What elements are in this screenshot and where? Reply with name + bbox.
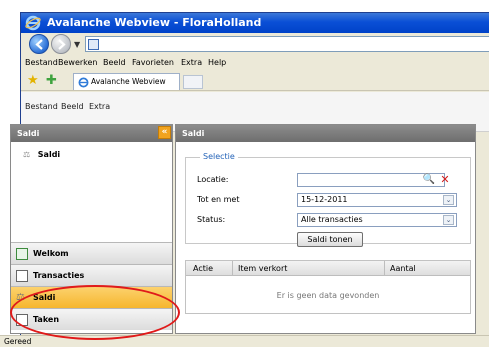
history-dropdown-icon[interactable]: ▼ <box>74 40 80 49</box>
menu-extra[interactable]: Extra <box>181 58 202 67</box>
title-bar: Avalanche Webview - FloraHolland <box>21 13 489 33</box>
menu-beeld[interactable]: Beeld <box>103 58 126 67</box>
menu-bestand[interactable]: Bestand <box>25 58 58 67</box>
app-menu-extra[interactable]: Extra <box>89 102 110 111</box>
locatie-actions: 🔍 ✕ <box>186 172 470 188</box>
column-aantal[interactable]: Aantal <box>390 264 416 273</box>
browser-menu-bar: Bestand Bewerken Beeld Favorieten Extra … <box>21 56 489 70</box>
date-dropdown[interactable]: 15-12-2011 ⌄ <box>297 193 457 207</box>
add-favorite-icon[interactable]: ✚ <box>46 74 60 88</box>
forward-arrow-icon <box>58 39 66 50</box>
main-panel-header: Saldi <box>176 125 475 142</box>
clear-icon[interactable]: ✕ <box>438 173 452 187</box>
left-panel-header: Saldi « <box>11 125 172 142</box>
navigation-bar: ▼ <box>21 33 489 55</box>
column-actie[interactable]: Actie <box>193 264 213 273</box>
status-label: Status: <box>197 215 226 224</box>
back-arrow-icon <box>35 39 43 50</box>
nav-welkom-label: Welkom <box>33 249 69 258</box>
selection-legend: Selectie <box>200 152 238 161</box>
address-bar[interactable] <box>85 36 489 52</box>
app-menu-bestand[interactable]: Bestand <box>25 102 58 111</box>
menu-help[interactable]: Help <box>208 58 226 67</box>
table-header: Actie Item verkort Aantal <box>186 261 470 276</box>
collapse-panel-button[interactable]: « <box>158 126 171 139</box>
empty-message: Er is geen data gevonden <box>276 291 380 300</box>
tab-label: Avalanche Webview <box>91 77 166 86</box>
window-title: Avalanche Webview - FloraHolland <box>47 16 262 29</box>
internet-explorer-icon <box>25 15 41 31</box>
results-table: Actie Item verkort Aantal Er is geen dat… <box>185 260 471 314</box>
chevron-down-icon[interactable]: ⌄ <box>443 215 454 225</box>
internet-explorer-icon <box>78 77 89 88</box>
column-divider <box>384 261 385 276</box>
left-panel-title: Saldi <box>17 129 40 138</box>
highlight-ellipse <box>10 285 180 340</box>
menu-bewerken[interactable]: Bewerken <box>58 58 98 67</box>
tot-en-met-label: Tot en met <box>197 195 240 204</box>
favorites-star-icon[interactable]: ★ <box>27 74 41 88</box>
page-icon <box>88 39 99 50</box>
column-divider <box>232 261 233 276</box>
status-text: Gereed <box>4 337 32 346</box>
nav-transacties-label: Transacties <box>33 271 85 280</box>
back-button[interactable] <box>29 34 49 54</box>
main-content-panel: Saldi Selectie Locatie: 🔍 ✕ Tot en met 1… <box>175 124 476 334</box>
date-value: 15-12-2011 <box>301 195 348 204</box>
tree-item-label: Saldi <box>37 150 61 159</box>
favorites-bar: ★ ✚ Avalanche Webview <box>21 71 489 91</box>
status-dropdown[interactable]: Alle transacties ⌄ <box>297 213 457 227</box>
new-tab-button[interactable] <box>183 75 203 89</box>
nav-transacties[interactable]: Transacties <box>11 264 172 286</box>
nav-welkom[interactable]: Welkom <box>11 242 172 264</box>
saldi-tonen-button[interactable]: Saldi tonen <box>297 232 363 247</box>
welcome-icon <box>16 248 28 260</box>
main-panel-title: Saldi <box>182 129 205 138</box>
app-menu-beeld[interactable]: Beeld <box>61 102 84 111</box>
status-value: Alle transacties <box>301 215 363 224</box>
transactions-icon <box>16 270 28 282</box>
search-icon[interactable]: 🔍 <box>422 173 436 187</box>
forward-button[interactable] <box>51 34 71 54</box>
balances-icon: ⚖ <box>23 150 31 159</box>
tree-item-saldi[interactable]: ⚖ Saldi <box>23 150 60 159</box>
chevron-down-icon[interactable]: ⌄ <box>443 195 454 205</box>
menu-favorieten[interactable]: Favorieten <box>132 58 174 67</box>
tab-avalanche-webview[interactable]: Avalanche Webview <box>73 73 180 90</box>
column-item-verkort[interactable]: Item verkort <box>238 264 287 273</box>
selection-fieldset: Selectie Locatie: 🔍 ✕ Tot en met 15-12-2… <box>185 152 471 247</box>
